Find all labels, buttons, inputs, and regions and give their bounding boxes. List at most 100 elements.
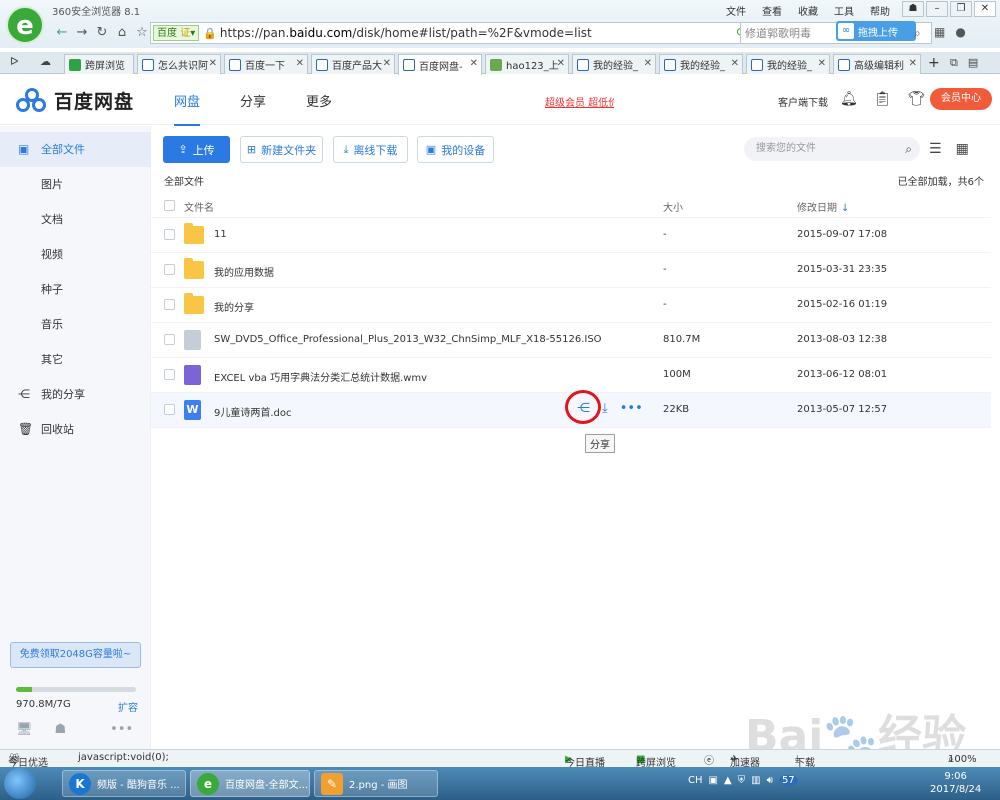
col-date[interactable]: 修改日期 ↓	[797, 199, 849, 214]
file-name[interactable]: 我的分享	[214, 299, 254, 314]
extensions-icon[interactable]: ▦	[934, 25, 945, 39]
sidebar-item-other[interactable]: 其它	[0, 342, 151, 377]
tray-badge[interactable]: 57	[778, 775, 798, 786]
my-devices-button[interactable]: ▣ 我的设备	[417, 136, 494, 163]
file-row[interactable]: 我的应用数据 - 2015-03-31 23:35	[151, 253, 991, 288]
expand-link[interactable]: 扩容	[118, 699, 138, 714]
pc-icon[interactable]: 🖥︎	[16, 722, 33, 737]
home-icon[interactable]: ⌂	[112, 23, 132, 43]
client-download-link[interactable]: 客户端下载	[778, 94, 828, 109]
more-dots-icon[interactable]: •••	[110, 722, 133, 737]
nav-more[interactable]: 更多	[306, 91, 332, 126]
tab-close-icon[interactable]: ✕	[470, 58, 478, 69]
tab-cross-screen[interactable]: 跨屏浏览	[64, 54, 134, 74]
row-checkbox[interactable]	[164, 404, 175, 415]
tab-9[interactable]: 高级编辑利 ✕	[833, 54, 921, 74]
tab-close-icon[interactable]: ✕	[731, 58, 739, 69]
select-all-checkbox[interactable]	[164, 200, 175, 211]
menu-tools[interactable]: 工具	[834, 3, 854, 18]
tab-5[interactable]: hao123_上 ✕	[485, 54, 569, 74]
tab-close-icon[interactable]: ✕	[909, 58, 917, 69]
row-checkbox[interactable]	[164, 299, 175, 310]
tab-6[interactable]: 我的经验_ ✕	[572, 54, 656, 74]
sidebar-item-music[interactable]: 音乐	[0, 307, 151, 342]
maximize-icon[interactable]: ❐	[950, 1, 972, 17]
tab-close-icon[interactable]: ✕	[383, 58, 391, 69]
menu-file[interactable]: 文件	[726, 3, 746, 18]
tab-2[interactable]: 百度一下 ✕	[224, 54, 308, 74]
nav-pan[interactable]: 网盘	[174, 91, 200, 126]
file-search-input[interactable]: 搜索您的文件 ⌕	[744, 137, 920, 161]
file-name[interactable]: 我的应用数据	[214, 264, 274, 279]
download-icon[interactable]: ⤓	[602, 401, 608, 416]
taskbar-browser[interactable]: e 百度网盘-全部文...	[190, 770, 310, 797]
android-icon[interactable]: ☗	[55, 722, 67, 737]
minimize-icon[interactable]: –	[926, 1, 948, 17]
free-space-button[interactable]: 免费领取2048G容量啦~	[10, 642, 141, 668]
url-text[interactable]: https://pan.baidu.com/disk/home#list/pat…	[220, 26, 592, 40]
tab-close-icon[interactable]: ✕	[296, 58, 304, 69]
row-checkbox[interactable]	[164, 334, 175, 345]
breadcrumb[interactable]: 全部文件	[164, 173, 204, 188]
offline-download-button[interactable]: ⤓ 离线下载	[333, 136, 408, 163]
new-folder-button[interactable]: ⊞ 新建文件夹	[240, 136, 323, 163]
tray-arrow-icon[interactable]: ▲	[724, 775, 732, 786]
sidebar-toggle-icon[interactable]: ᐅ	[10, 55, 18, 68]
back-icon[interactable]: ←	[52, 23, 72, 43]
vip-center-button[interactable]: 会员中心	[930, 88, 992, 110]
menu-view[interactable]: 查看	[762, 3, 782, 18]
clipboard-icon[interactable]: 📋︎	[874, 91, 892, 107]
clock[interactable]: 9:06 2017/8/24	[930, 770, 981, 796]
tab-baidu-pan-active[interactable]: 百度网盘- ✕	[398, 54, 482, 75]
file-name[interactable]: EXCEL vba 巧用字典法分类汇总统计数据.wmv	[214, 369, 427, 384]
col-size[interactable]: 大小	[663, 199, 683, 214]
tab-7[interactable]: 我的经验_ ✕	[659, 54, 743, 74]
sidebar-item-torrents[interactable]: 种子	[0, 272, 151, 307]
baidu-pan-logo[interactable]: 百度网盘	[16, 87, 134, 114]
tray-volume-icon[interactable]: 🔊︎	[767, 775, 773, 786]
row-checkbox[interactable]	[164, 264, 175, 275]
taskbar-kugou[interactable]: K 频版 - 酷狗音乐 ...	[62, 770, 186, 797]
new-tab-icon[interactable]: +	[928, 55, 940, 71]
super-vip-link[interactable]: 超级会员 超低价	[545, 94, 618, 109]
tray-app-icon[interactable]: ▣	[709, 775, 718, 786]
shirt-icon[interactable]: 👕︎	[908, 91, 926, 107]
tab-3[interactable]: 百度产品大 ✕	[311, 54, 395, 74]
tab-1[interactable]: 怎么共识阿 ✕	[137, 54, 221, 74]
row-checkbox[interactable]	[164, 369, 175, 380]
bell-icon[interactable]: 🔔︎	[840, 91, 858, 107]
browser-logo[interactable]: e	[6, 6, 44, 44]
row-checkbox[interactable]	[164, 229, 175, 240]
menu-help[interactable]: 帮助	[870, 3, 890, 18]
tab-8[interactable]: 我的经验_ ✕	[746, 54, 830, 74]
sort-icon[interactable]: ☰	[929, 141, 942, 157]
sidebar-item-videos[interactable]: 视频	[0, 237, 151, 272]
tab-close-icon[interactable]: ✕	[557, 58, 565, 69]
tab-close-icon[interactable]: ✕	[644, 58, 652, 69]
file-row[interactable]: EXCEL vba 巧用字典法分类汇总统计数据.wmv 100M 2013-06…	[151, 358, 991, 393]
user-icon[interactable]: ●	[955, 25, 965, 39]
search-icon[interactable]: ⌕	[905, 137, 912, 161]
url-bar[interactable]: 百度 证▾ 🔒 https://pan.baidu.com/disk/home#…	[150, 22, 782, 44]
favorite-star-icon[interactable]: ☆	[132, 23, 152, 43]
sidebar-item-recycle-bin[interactable]: 🗑︎ 回收站	[0, 412, 151, 447]
col-name[interactable]: 文件名	[184, 199, 214, 214]
start-button[interactable]	[4, 768, 36, 799]
tab-close-icon[interactable]: ✕	[209, 58, 217, 69]
cert-badge[interactable]: 百度 证▾	[153, 25, 200, 41]
file-row[interactable]: 我的分享 - 2015-02-16 01:19	[151, 288, 991, 323]
file-row[interactable]: 11 - 2015-09-07 17:08	[151, 218, 991, 253]
file-name[interactable]: 11	[214, 229, 227, 240]
sidebar-item-all-files[interactable]: ▣ 全部文件	[0, 132, 151, 167]
sidebar-item-my-share[interactable]: ⋲ 我的分享	[0, 377, 151, 412]
ie-icon[interactable]: ⓔ	[704, 752, 714, 767]
drag-upload-button[interactable]: ∞ 拖拽上传	[836, 21, 916, 41]
restore-tabs-icon[interactable]: ⧉	[950, 56, 958, 70]
sidebar-item-images[interactable]: 图片	[0, 167, 151, 202]
refresh-icon[interactable]: ↻	[92, 23, 112, 43]
search-icon[interactable]: ⌕	[914, 26, 921, 41]
forward-icon[interactable]: →	[72, 23, 92, 43]
file-name[interactable]: 9儿童诗两首.doc	[214, 404, 292, 419]
menu-favorites[interactable]: 收藏	[798, 3, 818, 18]
grid-view-icon[interactable]: ▦	[956, 141, 969, 157]
